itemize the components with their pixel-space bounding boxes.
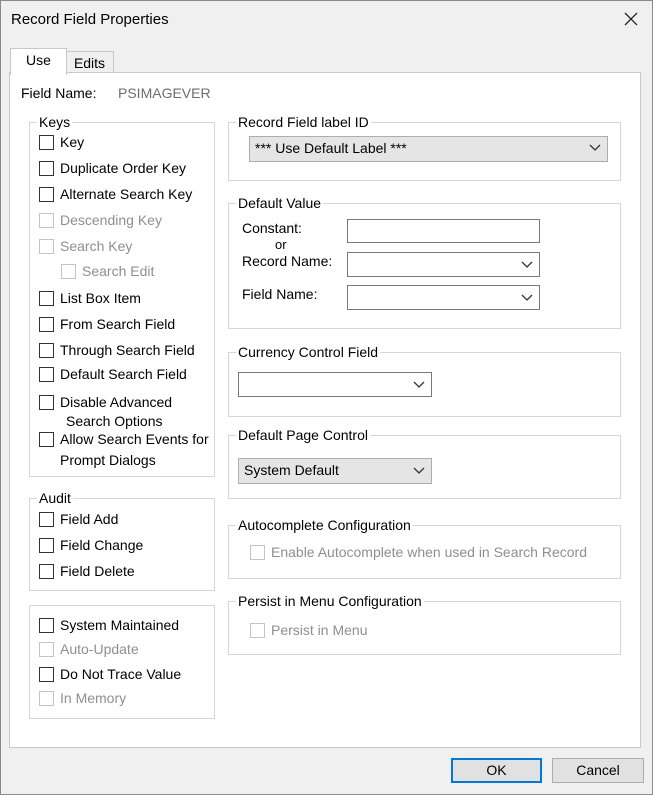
label-id-legend: Record Field label ID [236, 114, 371, 130]
field-delete-checkbox[interactable]: Field Delete [39, 561, 135, 581]
tab-edits[interactable]: Edits [65, 51, 114, 74]
checkbox-box[interactable] [39, 563, 54, 579]
through-search-field-label: Through Search Field [60, 342, 195, 358]
alternate-search-key-label: Alternate Search Key [60, 186, 193, 202]
search-key-label: Search Key [60, 238, 133, 254]
checkbox-box [250, 622, 265, 638]
field-add-label: Field Add [60, 511, 119, 527]
disable-advanced-label-line2: Search Options [66, 413, 163, 429]
checkbox-box [39, 238, 54, 254]
default-page-control-selected: System Default [244, 462, 339, 478]
chevron-down-icon [521, 286, 533, 309]
checkbox-box [250, 544, 265, 560]
field-delete-label: Field Delete [60, 563, 135, 579]
enable-autocomplete-label: Enable Autocomplete when used in Search … [271, 544, 587, 560]
checkbox-box [39, 641, 54, 657]
list-box-item-label: List Box Item [60, 290, 141, 306]
do-not-trace-value-label: Do Not Trace Value [60, 666, 182, 682]
search-edit-label: Search Edit [82, 263, 155, 279]
alternate-search-key-checkbox[interactable]: Alternate Search Key [39, 184, 192, 204]
checkbox-box[interactable] [39, 537, 54, 553]
disable-advanced-search-checkbox[interactable]: Disable Advanced [39, 392, 172, 412]
record-name-dropdown[interactable] [347, 252, 540, 277]
enable-autocomplete-checkbox: Enable Autocomplete when used in Search … [250, 542, 587, 562]
field-change-checkbox[interactable]: Field Change [39, 535, 143, 555]
chevron-down-icon [413, 373, 425, 396]
from-search-field-checkbox[interactable]: From Search Field [39, 314, 175, 334]
checkbox-box [61, 263, 76, 279]
checkbox-box [39, 212, 54, 228]
checkbox-box[interactable] [39, 160, 54, 176]
checkbox-box[interactable] [39, 186, 54, 202]
key-label: Key [60, 134, 85, 150]
chevron-down-icon [589, 137, 601, 159]
default-search-field-label: Default Search Field [60, 366, 187, 382]
checkbox-box [39, 690, 54, 706]
persist-in-menu-checkbox: Persist in Menu [250, 620, 367, 640]
chevron-down-icon [413, 459, 425, 483]
chevron-down-icon [521, 253, 533, 276]
checkbox-box[interactable] [39, 342, 54, 358]
from-search-field-label: From Search Field [60, 316, 176, 332]
allow-search-events-checkbox[interactable]: Allow Search Events for [39, 429, 209, 449]
constant-input[interactable] [347, 219, 540, 243]
close-icon[interactable] [617, 6, 645, 32]
autocomplete-legend: Autocomplete Configuration [236, 517, 413, 533]
constant-label: Constant: [242, 220, 302, 236]
label-id-selected: *** Use Default Label *** [255, 140, 407, 156]
field-change-label: Field Change [60, 537, 144, 553]
or-label: or [275, 237, 287, 252]
search-key-checkbox: Search Key [39, 236, 132, 256]
auto-update-checkbox: Auto-Update [39, 639, 139, 659]
tab-use[interactable]: Use [10, 48, 67, 75]
descending-key-label: Descending Key [60, 212, 162, 228]
key-checkbox[interactable]: Key [39, 132, 84, 152]
field-name-label: Field Name: [21, 85, 97, 101]
duplicate-order-key-label: Duplicate Order Key [60, 160, 187, 176]
label-id-dropdown[interactable]: *** Use Default Label *** [249, 136, 608, 162]
currency-control-legend: Currency Control Field [236, 344, 381, 360]
allow-search-events-label: Allow Search Events for [60, 431, 209, 447]
checkbox-box[interactable] [39, 394, 54, 410]
currency-control-dropdown[interactable] [238, 372, 432, 397]
default-search-field-checkbox[interactable]: Default Search Field [39, 364, 187, 384]
duplicate-order-key-checkbox[interactable]: Duplicate Order Key [39, 158, 186, 178]
field-name-value: PSIMAGEVER [118, 85, 211, 101]
checkbox-box[interactable] [39, 290, 54, 306]
default-page-control-dropdown[interactable]: System Default [238, 458, 432, 484]
in-memory-label: In Memory [60, 690, 127, 706]
system-maintained-label: System Maintained [60, 617, 180, 633]
checkbox-box[interactable] [39, 431, 54, 447]
record-name-label: Record Name: [242, 253, 333, 269]
default-value-legend: Default Value [236, 195, 324, 211]
ok-button[interactable]: OK [451, 758, 542, 783]
descending-key-checkbox: Descending Key [39, 210, 162, 230]
do-not-trace-value-checkbox[interactable]: Do Not Trace Value [39, 664, 181, 684]
allow-search-events-label-line2: Prompt Dialogs [60, 452, 156, 468]
window-title: Record Field Properties [11, 11, 169, 28]
audit-legend: Audit [37, 490, 73, 506]
list-box-item-checkbox[interactable]: List Box Item [39, 288, 141, 308]
default-page-control-legend: Default Page Control [236, 427, 370, 443]
system-maintained-checkbox[interactable]: System Maintained [39, 615, 179, 635]
disable-advanced-label: Disable Advanced [60, 394, 173, 410]
field-name-default-label: Field Name: [242, 286, 318, 302]
persist-in-menu-label: Persist in Menu [271, 622, 368, 638]
keys-legend: Keys [37, 114, 73, 130]
checkbox-box[interactable] [39, 134, 54, 150]
auto-update-label: Auto-Update [60, 641, 139, 657]
checkbox-box[interactable] [39, 366, 54, 382]
checkbox-box[interactable] [39, 617, 54, 633]
persist-menu-legend: Persist in Menu Configuration [236, 593, 424, 609]
through-search-field-checkbox[interactable]: Through Search Field [39, 340, 195, 360]
in-memory-checkbox: In Memory [39, 688, 126, 708]
field-name-dropdown[interactable] [347, 285, 540, 310]
cancel-button[interactable]: Cancel [552, 758, 644, 783]
checkbox-box[interactable] [39, 666, 54, 682]
field-add-checkbox[interactable]: Field Add [39, 509, 118, 529]
checkbox-box[interactable] [39, 316, 54, 332]
search-edit-checkbox: Search Edit [61, 261, 154, 281]
checkbox-box[interactable] [39, 511, 54, 527]
